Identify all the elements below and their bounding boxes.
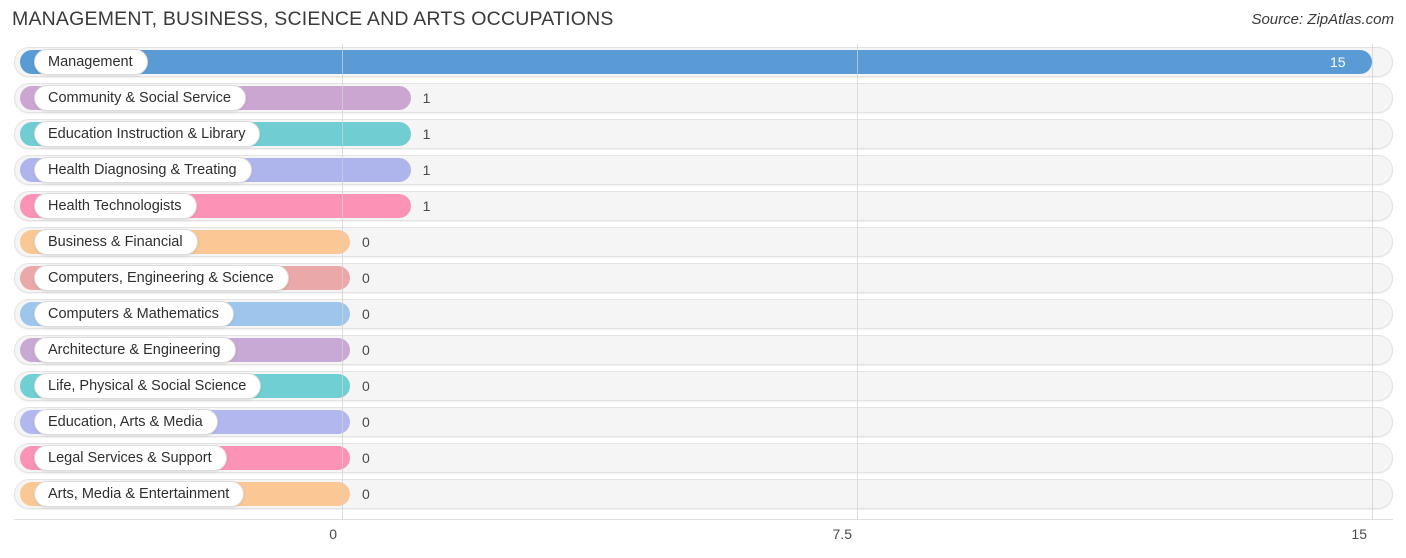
bar-label: Education, Arts & Media [48,413,203,430]
bar-label: Computers & Mathematics [48,305,219,322]
bar-label: Computers, Engineering & Science [48,269,274,286]
bar-label-pill: Education, Arts & Media [34,409,218,435]
bar-row[interactable]: Legal Services & Support 0 [0,440,1406,476]
bar-label: Arts, Media & Entertainment [48,485,230,502]
bar-row[interactable]: Education, Arts & Media 0 [0,404,1406,440]
bar-value-label: 1 [422,198,431,214]
bar-label-pill: Health Technologists [34,193,197,219]
source-attribution: Source: ZipAtlas.com [1251,11,1394,28]
bar-value-label: 1 [422,162,431,178]
bar-value-label: 0 [362,234,370,250]
bar-row[interactable]: Business & Financial 0 [0,224,1406,260]
bar-label-pill: Community & Social Service [34,85,246,111]
bar-row[interactable]: Health Diagnosing & Treating 1 [0,152,1406,188]
bar-label-pill: Arts, Media & Entertainment [34,481,245,507]
x-axis: 0 7.5 15 [0,519,1406,558]
bar-value-label: 0 [362,414,370,430]
bar-label: Architecture & Engineering [48,341,221,358]
bar-row[interactable]: Management 15 [0,44,1406,80]
bar-row[interactable]: Computers, Engineering & Science 0 [0,260,1406,296]
bar-label-pill: Business & Financial [34,229,198,255]
bar-label: Education Instruction & Library [48,125,246,142]
bar-row[interactable]: Computers & Mathematics 0 [0,296,1406,332]
bar-label-pill: Computers, Engineering & Science [34,265,289,291]
bar-label-pill: Architecture & Engineering [34,337,236,363]
plot-area: Management 15 Community & Social Service 1 E… [0,44,1406,519]
bar[interactable] [20,50,1372,74]
bar-row[interactable]: Architecture & Engineering 0 [0,332,1406,368]
bar-value-label: 1 [422,90,431,106]
bar-value-label: 0 [362,342,370,358]
page-title: MANAGEMENT, BUSINESS, SCIENCE AND ARTS O… [12,8,614,30]
bar-label: Life, Physical & Social Science [48,377,247,394]
bar-row[interactable]: Community & Social Service 1 [0,80,1406,116]
bar-label: Community & Social Service [48,89,231,106]
bar-label: Legal Services & Support [48,449,212,466]
x-tick-label: 0 [329,526,337,542]
bar-row[interactable]: Health Technologists 1 [0,188,1406,224]
bar-label-pill: Health Diagnosing & Treating [34,157,252,183]
bar-value-label: 1 [422,126,431,142]
bar-value-label: 0 [362,378,370,394]
x-tick-label: 7.5 [832,526,852,542]
bar-row[interactable]: Arts, Media & Entertainment 0 [0,476,1406,512]
bar-label: Health Diagnosing & Treating [48,161,237,178]
bar-label: Management [48,53,133,70]
bar-value-label: 0 [362,450,370,466]
bar-row[interactable]: Education Instruction & Library 1 [0,116,1406,152]
bar-value-label: 0 [362,486,370,502]
bar-row[interactable]: Life, Physical & Social Science 0 [0,368,1406,404]
bar-value-label: 0 [362,306,370,322]
bar-label: Business & Financial [48,233,183,250]
bar-label-pill: Management [34,49,148,75]
chart-root: MANAGEMENT, BUSINESS, SCIENCE AND ARTS O… [0,0,1406,558]
bar-label-pill: Education Instruction & Library [34,121,261,147]
axis-line [14,519,1393,520]
x-tick-label: 15 [1351,526,1367,542]
bar-value-label: 0 [362,270,370,286]
bar-label-pill: Life, Physical & Social Science [34,373,262,399]
bar-label-pill: Computers & Mathematics [34,301,234,327]
bar-rows: Management 15 Community & Social Service 1 E… [0,44,1406,512]
bar-value-label: 15 [1330,54,1346,70]
bar-label-pill: Legal Services & Support [34,445,227,471]
bar-label: Health Technologists [48,197,182,214]
